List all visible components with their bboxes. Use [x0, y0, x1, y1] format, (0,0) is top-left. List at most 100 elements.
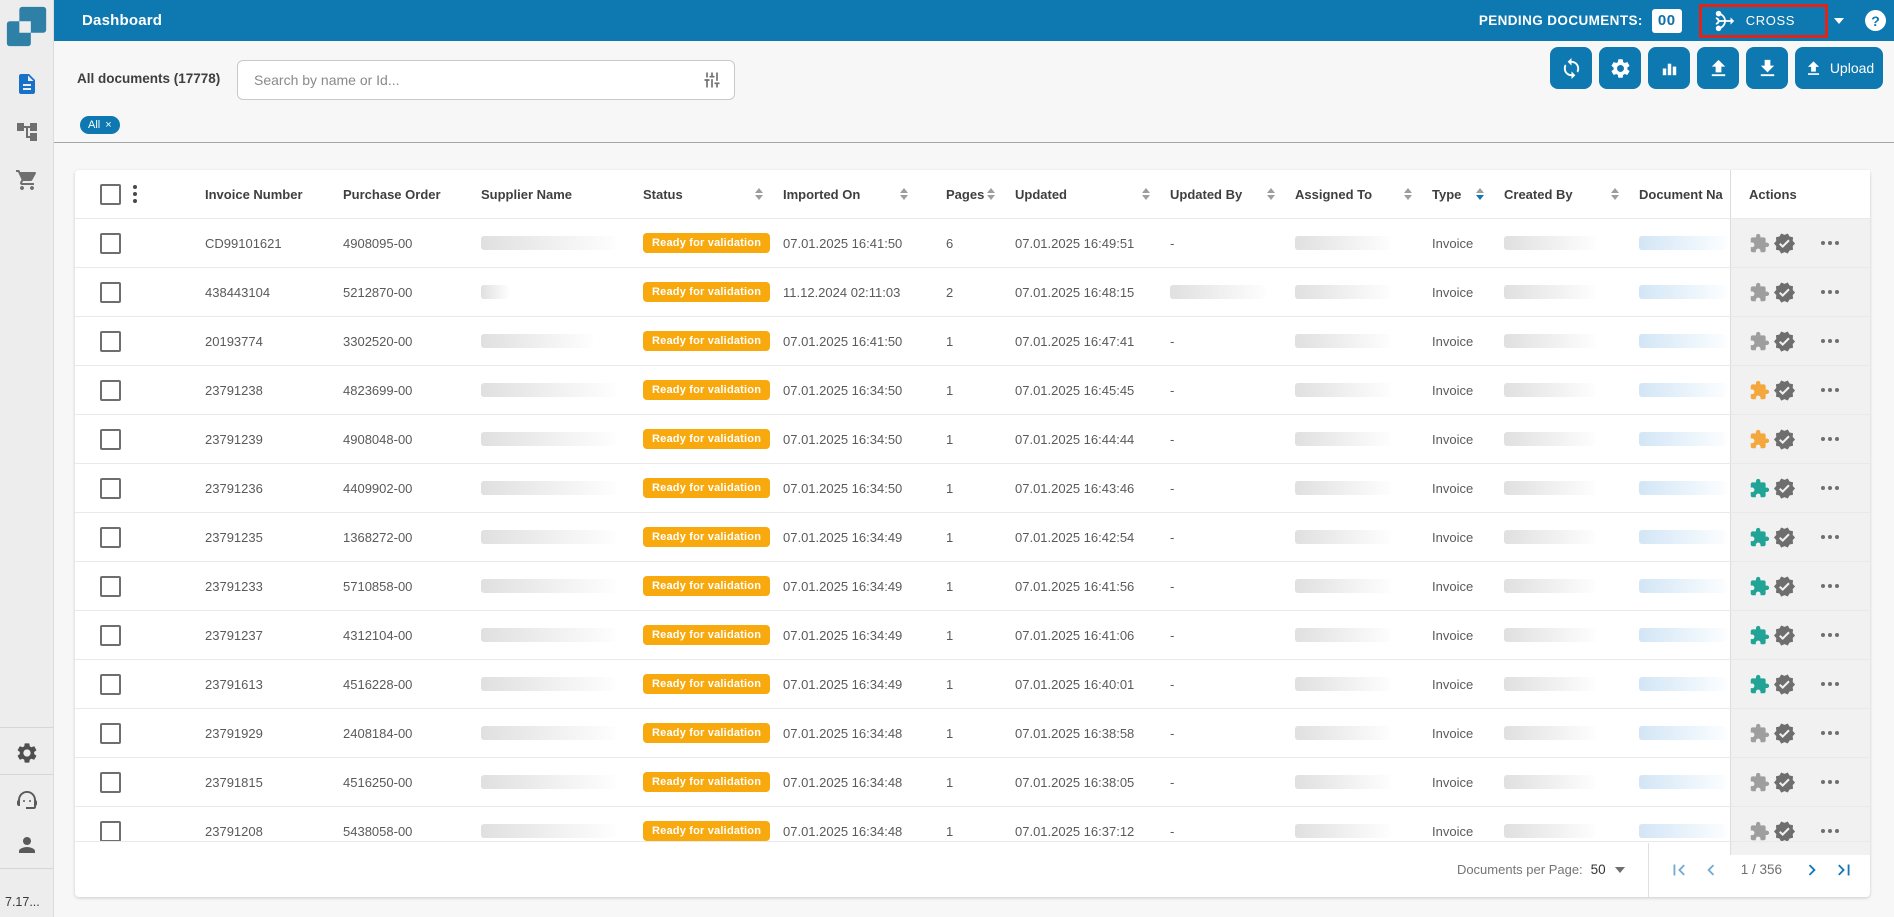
export-button[interactable]: [1697, 47, 1739, 89]
table-row[interactable]: 23791236 4409902-00 Ready for validation…: [75, 463, 1870, 512]
sort-icon[interactable]: [1267, 188, 1275, 200]
sort-icon[interactable]: [987, 188, 995, 200]
chip-remove-icon[interactable]: ×: [105, 119, 111, 131]
sort-icon-active-desc[interactable]: [1476, 188, 1484, 200]
row-menu-icon[interactable]: [1821, 682, 1839, 686]
help-button[interactable]: ?: [1865, 10, 1886, 31]
header-purchase-order[interactable]: Purchase Order: [331, 170, 469, 218]
statistics-button[interactable]: [1648, 47, 1690, 89]
row-menu-icon[interactable]: [1821, 437, 1839, 441]
table-row[interactable]: 23791238 4823699-00 Ready for validation…: [75, 365, 1870, 414]
cell-imported-on: 11.12.2024 02:11:03: [771, 268, 916, 316]
per-page-caret-icon[interactable]: [1615, 867, 1625, 873]
row-menu-icon[interactable]: [1821, 388, 1839, 392]
sort-icon[interactable]: [1611, 188, 1619, 200]
sidebar: 7.17...: [0, 0, 54, 917]
header-type[interactable]: Type: [1420, 170, 1492, 218]
row-checkbox[interactable]: [100, 233, 121, 254]
row-checkbox[interactable]: [100, 821, 121, 842]
settings-button[interactable]: [1599, 47, 1641, 89]
row-menu-icon[interactable]: [1821, 290, 1839, 294]
upload-button-label: Upload: [1830, 60, 1874, 76]
row-checkbox[interactable]: [100, 723, 121, 744]
filter-tune-icon[interactable]: [702, 70, 722, 90]
header-created-by[interactable]: Created By: [1492, 170, 1627, 218]
table-row[interactable]: CD99101621 4908095-00 Ready for validati…: [75, 218, 1870, 267]
workspace-dropdown-caret-icon[interactable]: [1834, 18, 1844, 24]
sort-icon[interactable]: [900, 188, 908, 200]
row-menu-icon[interactable]: [1821, 584, 1839, 588]
previous-page-icon[interactable]: [1700, 859, 1722, 881]
sidebar-item-workflow[interactable]: [0, 110, 53, 154]
filter-chip-all[interactable]: All ×: [80, 116, 120, 134]
header-imported-on[interactable]: Imported On: [771, 170, 916, 218]
header-updated[interactable]: Updated: [1003, 170, 1158, 218]
sort-icon[interactable]: [1404, 188, 1412, 200]
row-checkbox[interactable]: [100, 772, 121, 793]
row-menu-icon[interactable]: [1821, 339, 1839, 343]
table-row[interactable]: 23791235 1368272-00 Ready for validation…: [75, 512, 1870, 561]
row-checkbox[interactable]: [100, 282, 121, 303]
table-row[interactable]: 23791237 4312104-00 Ready for validation…: [75, 610, 1870, 659]
header-pages[interactable]: Pages: [916, 170, 1003, 218]
table-row[interactable]: 23791239 4908048-00 Ready for validation…: [75, 414, 1870, 463]
header-supplier-name[interactable]: Supplier Name: [469, 170, 631, 218]
upload-button[interactable]: Upload: [1795, 47, 1883, 89]
sort-icon[interactable]: [1142, 188, 1150, 200]
row-menu-icon[interactable]: [1821, 535, 1839, 539]
integration-puzzle-icon: [1749, 478, 1770, 499]
row-menu-icon[interactable]: [1821, 829, 1839, 833]
row-menu-icon[interactable]: [1821, 633, 1839, 637]
cell-created-by: [1492, 317, 1627, 365]
per-page-select[interactable]: 50: [1591, 862, 1606, 877]
row-checkbox[interactable]: [100, 331, 121, 352]
sidebar-item-settings[interactable]: [0, 731, 53, 775]
sidebar-item-documents[interactable]: [0, 62, 53, 106]
cell-imported-on: 07.01.2025 16:34:49: [771, 660, 916, 708]
header-invoice-number[interactable]: Invoice Number: [193, 170, 331, 218]
status-badge: Ready for validation: [643, 429, 770, 449]
integration-puzzle-icon: [1749, 772, 1770, 793]
row-menu-icon[interactable]: [1821, 241, 1839, 245]
sidebar-item-account[interactable]: [0, 823, 53, 867]
header-updated-by[interactable]: Updated By: [1158, 170, 1283, 218]
refresh-button[interactable]: [1550, 47, 1592, 89]
row-menu-icon[interactable]: [1821, 780, 1839, 784]
select-all-checkbox[interactable]: [100, 184, 121, 205]
cell-actions: [1730, 611, 1870, 659]
last-page-icon[interactable]: [1833, 859, 1855, 881]
search-input[interactable]: [252, 71, 702, 89]
sidebar-item-purchases[interactable]: [0, 158, 53, 202]
row-checkbox[interactable]: [100, 527, 121, 548]
cell-created-by: [1492, 611, 1627, 659]
column-menu-icon[interactable]: [133, 185, 137, 203]
header-status[interactable]: Status: [631, 170, 771, 218]
header-assigned-to[interactable]: Assigned To: [1283, 170, 1420, 218]
main-content: All documents (17778) Upload All ×: [53, 41, 1894, 917]
workspace-cross-button[interactable]: CROSS: [1699, 4, 1828, 38]
row-menu-icon[interactable]: [1821, 731, 1839, 735]
redacted-supplier: [481, 726, 616, 740]
table-row[interactable]: 23791233 5710858-00 Ready for validation…: [75, 561, 1870, 610]
header-document-name[interactable]: Document Na: [1627, 170, 1730, 218]
table-row[interactable]: 23791929 2408184-00 Ready for validation…: [75, 708, 1870, 757]
row-checkbox[interactable]: [100, 674, 121, 695]
first-page-icon[interactable]: [1668, 859, 1690, 881]
row-checkbox[interactable]: [100, 478, 121, 499]
row-checkbox[interactable]: [100, 380, 121, 401]
table-row[interactable]: 23791613 4516228-00 Ready for validation…: [75, 659, 1870, 708]
cell-assigned-to: [1283, 317, 1420, 365]
next-page-icon[interactable]: [1801, 859, 1823, 881]
row-menu-icon[interactable]: [1821, 486, 1839, 490]
row-checkbox[interactable]: [100, 576, 121, 597]
row-checkbox[interactable]: [100, 625, 121, 646]
sidebar-item-support[interactable]: [0, 778, 53, 822]
cell-imported-on: 07.01.2025 16:34:49: [771, 611, 916, 659]
table-row[interactable]: 20193774 3302520-00 Ready for validation…: [75, 316, 1870, 365]
table-row[interactable]: 438443104 5212870-00 Ready for validatio…: [75, 267, 1870, 316]
redacted-document-name: [1639, 628, 1727, 642]
download-button[interactable]: [1746, 47, 1788, 89]
table-row[interactable]: 23791815 4516250-00 Ready for validation…: [75, 757, 1870, 806]
row-checkbox[interactable]: [100, 429, 121, 450]
sort-icon[interactable]: [755, 188, 763, 200]
